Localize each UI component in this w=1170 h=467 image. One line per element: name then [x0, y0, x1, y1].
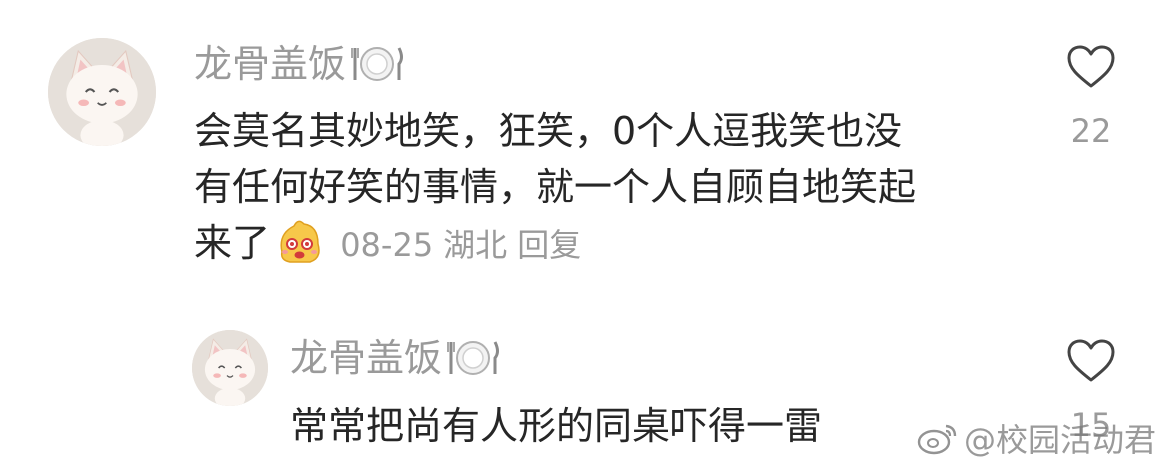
watermark-text: @校园活动君 [963, 421, 1156, 459]
comment-meta: 08-25 湖北 回复 [330, 226, 591, 264]
comment-date: 08-25 [340, 226, 434, 264]
weibo-logo-icon [917, 424, 957, 455]
reply-username[interactable]: 龙骨盖饭 [290, 338, 500, 378]
comment-location: 湖北 [443, 226, 508, 264]
comment-like[interactable]: 22 [1056, 44, 1126, 150]
heart-outline-icon[interactable] [1065, 44, 1117, 90]
reply-body: 常常把尚有人形的同桌吓得一雷 [290, 398, 990, 454]
comment-line-2: 有任何好笑的事情，就一个人自顾自地笑起 [194, 165, 917, 209]
comment-line-3-text: 来了 [194, 221, 271, 265]
commenter-username[interactable]: 龙骨盖饭 [194, 44, 404, 84]
reply-button[interactable]: 回复 [517, 226, 581, 264]
reply-avatar[interactable] [192, 330, 268, 406]
cat-avatar-icon [48, 38, 156, 146]
weibo-watermark: @校园活动君 [916, 415, 1156, 461]
heart-outline-icon[interactable] [1065, 338, 1117, 384]
commenter-avatar[interactable] [48, 38, 156, 146]
plate-cutlery-icon [351, 47, 404, 81]
comment-line-1: 会莫名其妙地笑，狂笑，0个人逗我笑也没 [194, 109, 903, 153]
commenter-username-text: 龙骨盖饭 [194, 42, 347, 86]
comment-body: 会莫名其妙地笑，狂笑，0个人逗我笑也没 有任何好笑的事情，就一个人自顾自地笑起 … [194, 103, 1034, 273]
reply-line-1: 常常把尚有人形的同桌吓得一雷 [290, 404, 823, 448]
cat-avatar-icon [192, 330, 268, 406]
happy-face-emoji-icon [280, 220, 320, 263]
comment-line-3: 来了 08-25 湖北 回复 [194, 215, 1034, 273]
comment-like-count: 22 [1070, 112, 1112, 150]
plate-cutlery-icon [447, 341, 500, 375]
reply-username-text: 龙骨盖饭 [290, 336, 443, 380]
